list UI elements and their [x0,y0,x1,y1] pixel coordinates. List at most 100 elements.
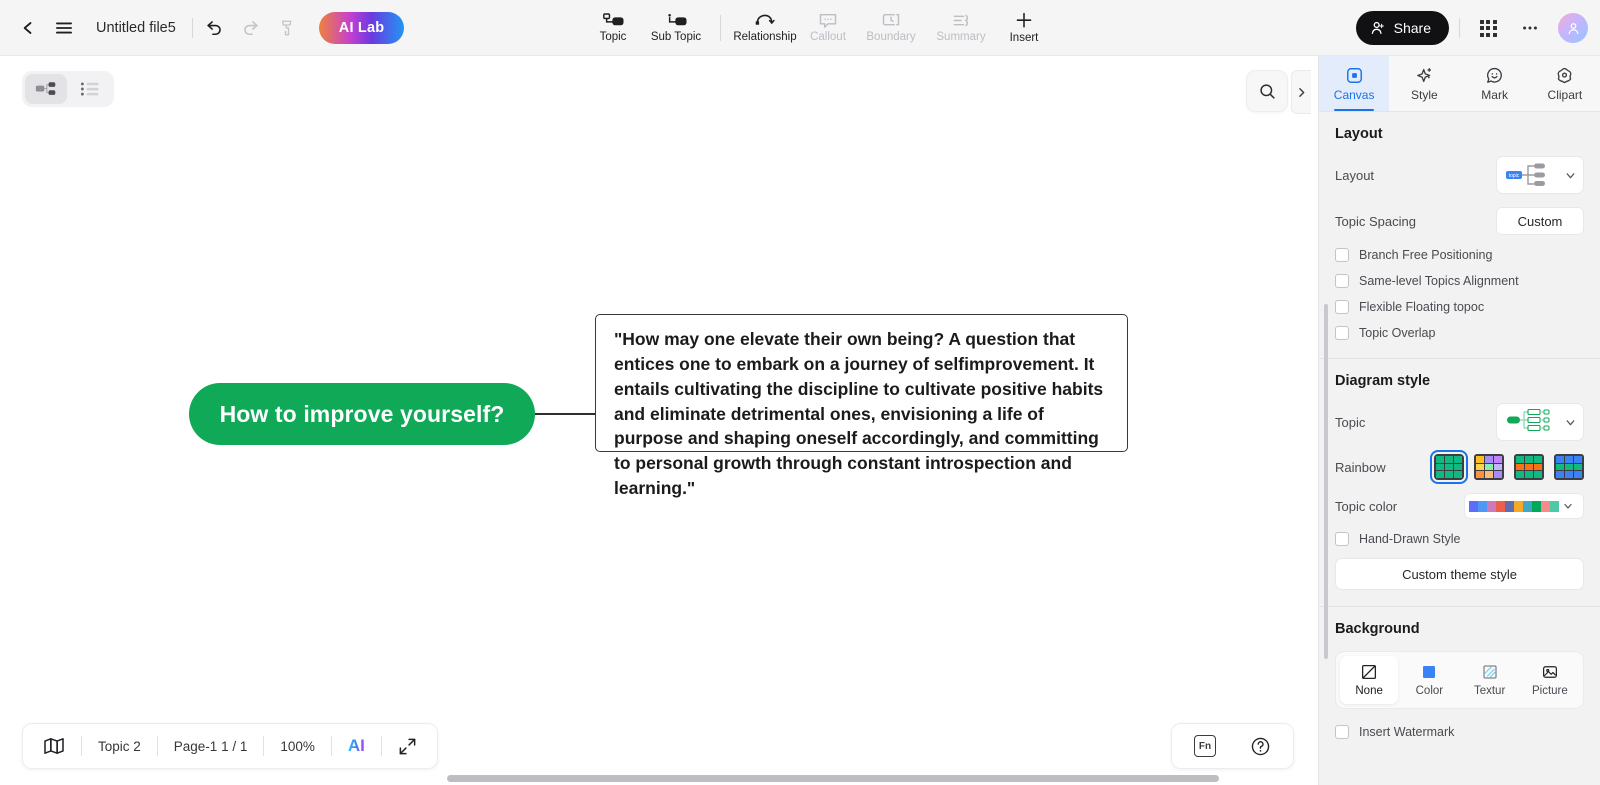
tool-sub-topic-label: Sub Topic [650,31,702,44]
checkbox-box [1335,725,1349,739]
checkbox-label: Branch Free Positioning [1359,248,1493,262]
rainbow-preset-group [1430,450,1584,484]
background-option-picture[interactable]: Picture [1521,656,1579,704]
rainbow-preset-4[interactable] [1554,454,1584,480]
tab-style[interactable]: Style [1389,56,1459,111]
tool-summary[interactable]: Summary [926,2,996,54]
background-option-label: Color [1415,685,1444,697]
page-indicator[interactable]: Page-1 1 / 1 [158,727,264,765]
rainbow-preset-1[interactable] [1430,450,1468,484]
fullscreen-icon[interactable] [382,727,433,765]
connector-line [535,413,595,415]
ai-button[interactable]: AI [332,727,381,765]
background-option-none[interactable]: None [1340,656,1399,704]
toolbar-left-group: Untitled file5 AI Lab [0,10,405,46]
undo-icon[interactable] [197,10,233,46]
custom-theme-style-button[interactable]: Custom theme style [1335,558,1584,590]
topic-count-label[interactable]: Topic 2 [82,727,157,765]
tool-relationship[interactable]: Relationship [730,2,800,54]
layout-dropdown[interactable]: topic [1496,156,1584,194]
map-overview-icon[interactable] [27,727,81,765]
tool-insert[interactable]: Insert [996,2,1052,54]
topic-color-label: Topic color [1335,498,1398,514]
layout-preview-icon: topic [1505,162,1563,188]
tab-clipart-label: Clipart [1547,87,1583,102]
format-painter-icon[interactable] [269,10,305,46]
panel-vertical-scrollbar[interactable] [1324,304,1328,659]
tab-clipart[interactable]: Clipart [1530,56,1600,111]
zoom-level[interactable]: 100% [264,727,331,765]
tool-divider [720,15,721,41]
tool-sub-topic[interactable]: Sub Topic [641,2,711,54]
tab-canvas[interactable]: Canvas [1319,56,1390,111]
right-properties-panel: Canvas Style Mark Clipart Layout Layout [1291,56,1600,785]
checkbox-box [1335,274,1349,288]
checkbox-label: Topic Overlap [1359,326,1436,340]
diagram-topic-label: Topic [1335,414,1366,430]
mindmap-view-button[interactable] [25,74,67,104]
rainbow-preset-2[interactable] [1474,454,1504,480]
diagram-topic-dropdown[interactable] [1496,403,1584,441]
background-section: Background None Color Textur Picture Ins… [1319,607,1600,755]
panel-content: Layout Layout topic Topic Spacing Custom… [1319,112,1600,785]
file-name-label[interactable]: Untitled file5 [82,20,188,36]
toolbar-divider [191,17,193,38]
tab-mark-label: Mark [1481,87,1508,102]
outline-view-button[interactable] [69,74,111,104]
checkbox-label: Flexible Floating topoc [1359,300,1485,314]
color-swatch [1505,500,1514,512]
checkbox-branch-free-positioning[interactable]: Branch Free Positioning [1335,248,1584,262]
background-option-texture[interactable]: Textur [1461,656,1519,704]
share-button[interactable]: Share [1355,11,1449,45]
topic-color-dropdown[interactable] [1464,493,1584,519]
svg-text:topic: topic [1509,173,1520,179]
ai-label: AI [347,736,365,755]
mindmap-canvas[interactable]: How to improve yourself? "How may one el… [0,56,1318,785]
tab-style-label: Style [1411,87,1438,102]
topic-color-row: Topic color [1335,493,1584,519]
layout-section: Layout Layout topic Topic Spacing Custom… [1319,112,1600,359]
tab-mark[interactable]: Mark [1460,56,1530,111]
more-options-icon[interactable] [1512,10,1548,46]
root-topic-node[interactable]: How to improve yourself? [189,383,535,445]
background-options-group: None Color Textur Picture [1335,651,1584,709]
checkbox-flexible-floating-topic[interactable]: Flexible Floating topoc [1335,300,1584,314]
panel-tab-bar: Canvas Style Mark Clipart [1319,56,1600,112]
rainbow-row: Rainbow [1335,450,1584,484]
fn-shortcut-button[interactable]: Fn [1178,727,1232,765]
view-mode-toggle [22,71,114,107]
background-title: Background [1335,621,1420,637]
right-divider [1459,18,1460,38]
apps-grid-icon[interactable] [1470,10,1506,46]
user-avatar[interactable] [1558,13,1588,43]
checkbox-hand-drawn-style[interactable]: Hand-Drawn Style [1335,532,1584,546]
horizontal-scrollbar[interactable] [447,775,1219,782]
tool-boundary[interactable]: Boundary [856,2,926,54]
chevron-down-icon [1566,172,1575,178]
search-button[interactable] [1246,70,1288,112]
color-swatch [1469,500,1478,512]
tool-callout[interactable]: Callout [800,2,856,54]
color-swatch [1478,500,1487,512]
tool-topic[interactable]: Topic [585,2,641,54]
help-button[interactable] [1234,727,1287,765]
checkbox-topic-overlap[interactable]: Topic Overlap [1335,326,1584,340]
help-bar: Fn [1171,723,1294,769]
collapse-panel-arrow-icon[interactable] [1291,70,1311,114]
background-option-color[interactable]: Color [1400,656,1458,704]
topic-color-swatches [1469,500,1559,512]
toolbar-center-tools: Topic Sub Topic Relationship Callout Bou… [585,0,1052,56]
hamburger-menu-icon[interactable] [46,10,82,46]
ai-lab-button[interactable]: AI Lab [318,11,405,44]
back-arrow-icon[interactable] [10,10,46,46]
rainbow-preset-3[interactable] [1514,454,1544,480]
checkbox-label: Hand-Drawn Style [1359,532,1461,546]
topic-spacing-custom-button[interactable]: Custom [1496,207,1584,235]
checkbox-same-level-alignment[interactable]: Same-level Topics Alignment [1335,274,1584,288]
redo-icon[interactable] [233,10,269,46]
topic-spacing-row: Topic Spacing Custom [1335,207,1584,235]
tool-summary-label: Summary [936,31,986,44]
checkbox-insert-watermark[interactable]: Insert Watermark [1335,725,1584,739]
layout-label: Layout [1335,167,1375,183]
sub-topic-node[interactable]: "How may one elevate their own being? A … [595,314,1128,498]
